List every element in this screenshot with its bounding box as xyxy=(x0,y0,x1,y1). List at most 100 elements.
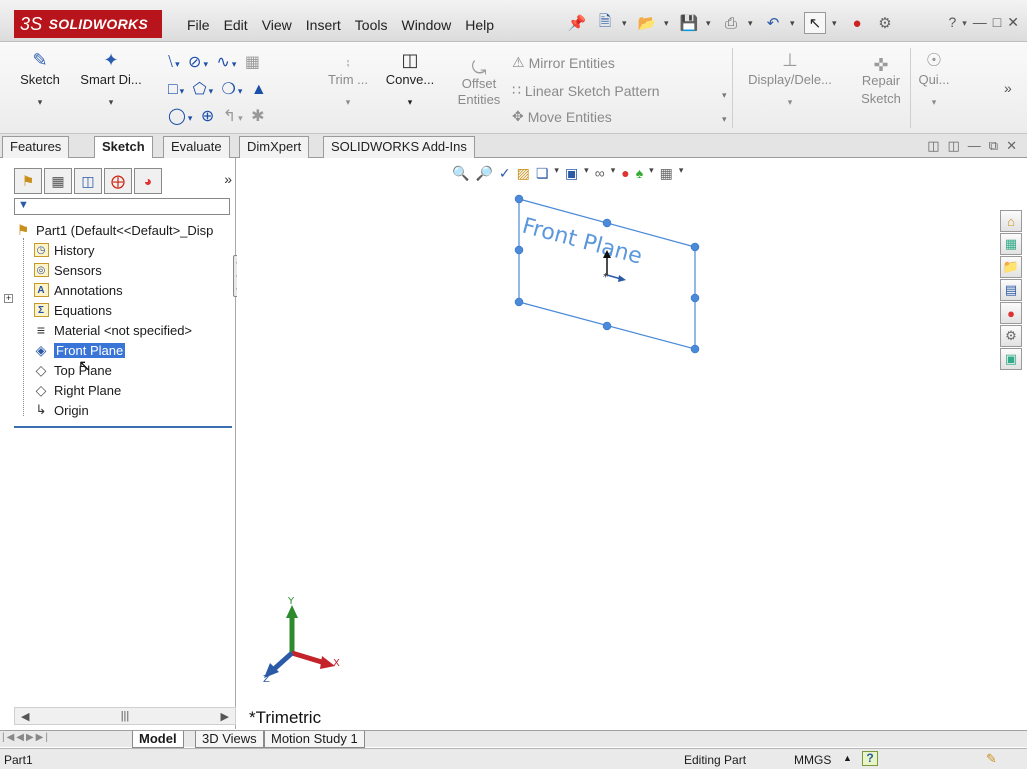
menu-edit[interactable]: Edit xyxy=(217,17,255,33)
tab-evaluate[interactable]: Evaluate xyxy=(163,136,230,158)
tree-item-material[interactable]: ≡ Material <not specified> xyxy=(32,320,192,340)
open-folder-icon[interactable]: 📂 xyxy=(636,12,658,34)
menu-help[interactable]: Help xyxy=(458,17,501,33)
tab-sketch[interactable]: Sketch xyxy=(94,136,153,158)
spline-icon[interactable]: ∿ xyxy=(216,54,231,71)
tab-scroll-arrows-icon[interactable]: |◀◀▶▶| xyxy=(2,732,50,743)
tree-item-history[interactable]: ◷ History xyxy=(32,240,94,260)
chevron-down-icon[interactable]: ▾ xyxy=(188,113,195,123)
fillet-icon[interactable]: ↰ xyxy=(223,108,238,125)
chevron-down-icon[interactable]: ▾ xyxy=(914,97,954,108)
trim-entities-button[interactable]: ⨾ Trim ... ▾ xyxy=(328,50,368,108)
chevron-down-icon[interactable]: ▾ xyxy=(203,59,210,69)
ellipse-icon[interactable]: ❍ xyxy=(222,81,238,98)
chevron-down-icon[interactable]: ▾ xyxy=(962,14,967,31)
circle-icon[interactable]: ⊘ xyxy=(188,54,203,71)
menu-window[interactable]: Window xyxy=(394,17,458,33)
tree-item-equations[interactable]: Σ Equations xyxy=(32,300,112,320)
tree-item-annotations[interactable]: A Annotations xyxy=(32,280,123,300)
restore-icon[interactable]: □ xyxy=(993,14,1001,31)
new-document-icon[interactable]: 🗎 xyxy=(594,12,616,34)
chevron-down-icon[interactable]: ▾ xyxy=(20,97,60,108)
chevron-down-icon[interactable]: ▾ xyxy=(380,97,440,108)
chevron-down-icon[interactable]: ▾ xyxy=(66,97,156,108)
text-icon[interactable]: ▲ xyxy=(251,81,269,98)
tree-item-right-plane[interactable]: ◇ Right Plane xyxy=(32,380,122,400)
tab-solidworks-add-ins[interactable]: SOLIDWORKS Add-Ins xyxy=(323,136,475,158)
solidworks-logo[interactable]: 3S SOLIDWORKS xyxy=(14,10,162,38)
options-icon[interactable]: ⚙ xyxy=(874,12,896,34)
graphics-area[interactable]: 🔍 🔎 ✓ ▨ ❏ ▾ ▣ ▾ ∞ ▾ ● ♠ ▾ ▦ ▾ ⌂ ▦ 📁 ▤ ● … xyxy=(237,158,1027,729)
mirror-entities-button[interactable]: ⚠ Mirror Entities xyxy=(512,54,615,71)
annotations-expand-icon[interactable]: + xyxy=(4,294,13,303)
smart-dimension-button[interactable]: ✦ Smart Di... ▾ xyxy=(66,50,156,108)
sketch-button[interactable]: ✎ Sketch ▾ xyxy=(20,50,60,108)
help-question-icon[interactable]: ? xyxy=(948,14,956,31)
rebuild-traffic-light-icon[interactable]: ● xyxy=(846,12,868,34)
chevron-up-icon[interactable]: ▲ xyxy=(843,753,852,763)
tree-horizontal-scrollbar[interactable]: ◀ ||| ▶ xyxy=(14,707,236,725)
chevron-down-icon[interactable]: ▾ xyxy=(175,59,182,69)
dimxpert-manager-tab-icon[interactable]: ⨁ xyxy=(104,168,132,194)
line-icon[interactable]: ⧵ xyxy=(168,54,175,71)
close-icon[interactable]: ✕ xyxy=(1007,14,1019,31)
more-tabs-icon[interactable]: » xyxy=(224,168,232,196)
front-plane-shape[interactable]: Front Plane * xyxy=(514,194,700,354)
chevron-down-icon[interactable]: ▾ xyxy=(706,18,714,29)
rebuild-indicator-icon[interactable]: ✎ xyxy=(986,751,997,767)
menu-file[interactable]: File xyxy=(180,17,217,33)
chevron-down-icon[interactable]: ▾ xyxy=(722,114,727,125)
status-unit-system[interactable]: MMGS xyxy=(794,753,831,767)
restore-icon[interactable]: ⧉ xyxy=(989,138,998,154)
select-cursor-icon[interactable]: ↖ xyxy=(804,12,826,34)
display-delete-relations-button[interactable]: ⊥ Display/Dele... ▾ xyxy=(736,50,844,108)
chevron-down-icon[interactable]: ▾ xyxy=(328,97,368,108)
menu-view[interactable]: View xyxy=(255,17,299,33)
property-manager-tab-icon[interactable]: ▦ xyxy=(44,168,72,194)
tree-item-origin[interactable]: ↳ Origin xyxy=(32,400,89,420)
tree-root-part[interactable]: ⚑ Part1 (Default<<Default>_Disp xyxy=(14,220,214,240)
slot-icon[interactable]: ◯ xyxy=(168,108,188,125)
scroll-thumb[interactable]: ||| xyxy=(121,710,130,722)
polygon-icon[interactable]: ⬠ xyxy=(193,81,209,98)
linear-pattern-button[interactable]: ∷ Linear Sketch Pattern xyxy=(512,82,660,99)
chevron-down-icon[interactable]: ▾ xyxy=(664,18,672,29)
chevron-down-icon[interactable]: ▾ xyxy=(722,90,727,101)
tab-3d-views[interactable]: 3D Views xyxy=(195,731,264,748)
quick-snaps-button[interactable]: ☉ Qui... ▾ xyxy=(914,50,954,108)
split-icon[interactable]: ◫ xyxy=(948,138,960,154)
tree-item-top-plane[interactable]: ◇ Top Plane xyxy=(32,360,112,380)
tree-item-sensors[interactable]: ◎ Sensors xyxy=(32,260,102,280)
chevron-down-icon[interactable]: ▾ xyxy=(832,18,840,29)
display-manager-tab-icon[interactable]: ◕ xyxy=(134,168,162,194)
menu-insert[interactable]: Insert xyxy=(299,17,348,33)
menu-tools[interactable]: Tools xyxy=(348,17,395,33)
print-icon[interactable]: ⎙ xyxy=(720,12,742,34)
feature-tree-filter[interactable]: ▼ xyxy=(14,198,230,215)
tab-features[interactable]: Features xyxy=(2,136,70,158)
sketch-point-icon[interactable]: ✱ xyxy=(251,108,266,125)
minimize-icon[interactable]: — xyxy=(973,14,987,31)
help-icon[interactable]: ? xyxy=(862,751,878,766)
pin-icon[interactable]: 📌 xyxy=(566,12,588,34)
scroll-right-icon[interactable]: ▶ xyxy=(221,710,229,723)
undo-icon[interactable]: ↶ xyxy=(762,12,784,34)
chevron-down-icon[interactable]: ▾ xyxy=(209,86,216,96)
configuration-manager-tab-icon[interactable]: ◫ xyxy=(74,168,102,194)
chevron-down-icon[interactable]: ▾ xyxy=(736,97,844,108)
chevron-down-icon[interactable]: ▾ xyxy=(622,18,630,29)
ribbon-overflow-icon[interactable]: » xyxy=(1004,80,1012,96)
close-icon[interactable]: ✕ xyxy=(1006,138,1017,154)
move-entities-button[interactable]: ✥ Move Entities xyxy=(512,108,612,125)
repair-sketch-button[interactable]: ✜ Repair Sketch xyxy=(856,56,906,108)
rectangle-icon[interactable]: □ xyxy=(168,81,180,98)
minimize-icon[interactable]: — xyxy=(968,138,981,154)
save-icon[interactable]: 💾 xyxy=(678,12,700,34)
scroll-left-icon[interactable]: ◀ xyxy=(21,710,29,723)
plane-icon[interactable]: ▦ xyxy=(245,54,262,71)
chevron-down-icon[interactable]: ▾ xyxy=(790,18,798,29)
feature-manager-tab-icon[interactable]: ⚑ xyxy=(14,168,42,194)
tab-dimxpert[interactable]: DimXpert xyxy=(239,136,310,158)
offset-entities-button[interactable]: ⤿ Offset Entities xyxy=(456,59,502,108)
tile-icon[interactable]: ◫ xyxy=(927,138,939,154)
